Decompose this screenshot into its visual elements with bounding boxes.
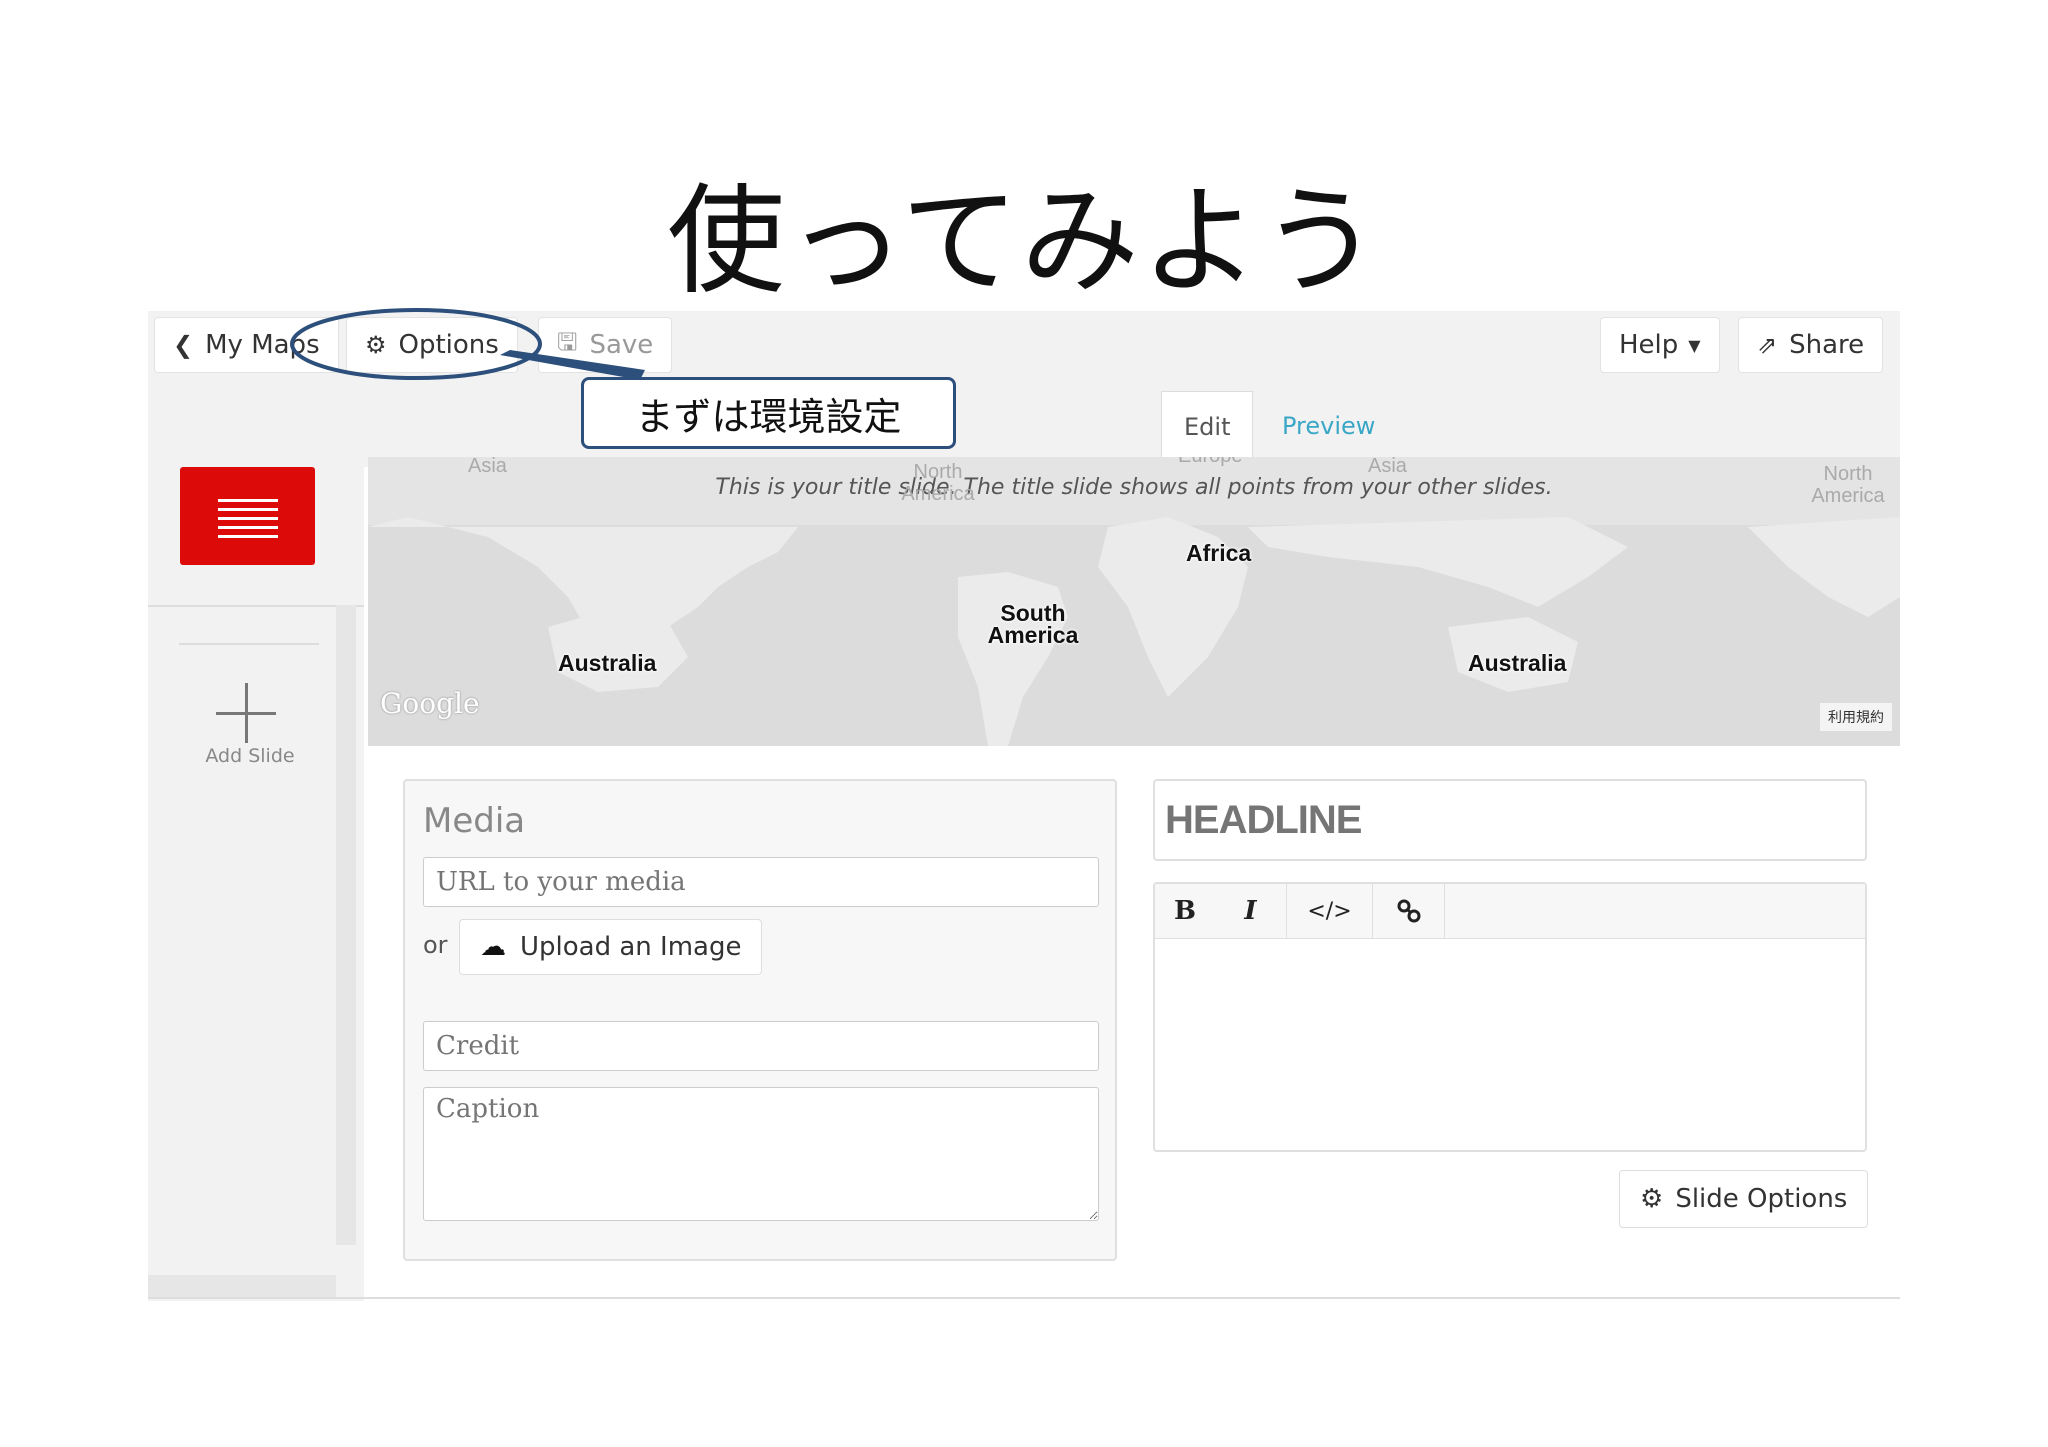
annotation-pointer [500, 350, 645, 380]
annotation-ellipse [290, 308, 542, 380]
annotation-overlay [290, 308, 645, 380]
annotation-callout: まずは環境設定 [581, 377, 956, 449]
